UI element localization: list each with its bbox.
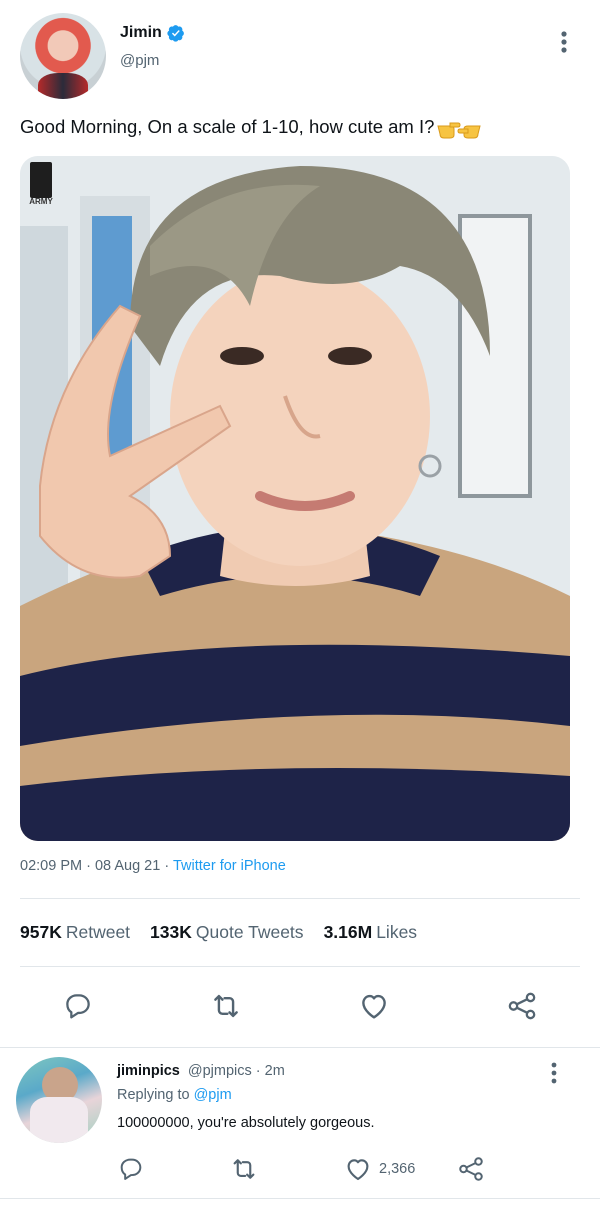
tweet-photo[interactable]: ARMY: [20, 156, 570, 841]
quotes-label: Quote Tweets: [195, 922, 304, 942]
tweet-meta: 02:09 PM · 08 Aug 21 · Twitter for iPhon…: [20, 858, 286, 874]
tweet-text: Good Morning, On a scale of 1-10, how cu…: [20, 114, 482, 140]
tweet-date[interactable]: 08 Aug 21: [95, 858, 160, 874]
retweet-button[interactable]: [208, 988, 244, 1024]
retweets-count: 957K: [20, 922, 62, 942]
tweet-source-link[interactable]: Twitter for iPhone: [173, 858, 286, 874]
retweet-icon: [214, 994, 238, 1018]
more-options-icon[interactable]: [554, 30, 574, 54]
reply-reply-button[interactable]: [117, 1154, 145, 1184]
like-icon: [347, 1159, 369, 1181]
quotes-stat[interactable]: 133K Quote Tweets: [150, 922, 304, 943]
reply-header: jiminpics @pjmpics · 2m: [117, 1063, 285, 1079]
reply-text: 100000000, you're absolutely gorgeous.: [117, 1115, 375, 1131]
reply-display-name[interactable]: jiminpics: [117, 1063, 180, 1079]
share-button[interactable]: [504, 988, 540, 1024]
likes-count: 3.16M: [323, 922, 373, 942]
pointing-fingers-icon: [437, 122, 482, 139]
quotes-count: 133K: [150, 922, 192, 942]
reply-like-button[interactable]: 2,366: [343, 1154, 415, 1184]
reply-separator: ·: [255, 1063, 261, 1079]
reply-action-bar: 2,366: [0, 1154, 600, 1184]
retweets-label: Retweet: [65, 922, 131, 942]
tweet-stats: 957K Retweet 133K Quote Tweets 3.16M Likes: [20, 922, 417, 943]
author-name-row[interactable]: Jimin: [120, 24, 185, 42]
verified-badge-icon: [167, 25, 184, 42]
author-display-name[interactable]: Jimin: [120, 24, 162, 42]
army-badge-text: ARMY: [29, 197, 53, 206]
avatar-body: [30, 1097, 88, 1143]
likes-label: Likes: [376, 922, 418, 942]
tweet-time: 02:09 PM: [20, 858, 83, 874]
meta-separator: ·: [86, 858, 91, 874]
replying-to-mention[interactable]: @pjm: [194, 1087, 232, 1103]
author-avatar[interactable]: [20, 13, 106, 99]
tweet-action-bar: [0, 988, 600, 1026]
replying-to: Replying to @pjm: [117, 1087, 232, 1103]
avatar-shirt: [38, 73, 88, 99]
author-handle[interactable]: @pjm: [120, 52, 159, 69]
divider-top-stats: [20, 898, 580, 899]
tweet-text-body: Good Morning, On a scale of 1-10, how cu…: [20, 116, 435, 137]
reply-time[interactable]: 2m: [265, 1063, 285, 1079]
reply-author-avatar[interactable]: [16, 1057, 102, 1143]
reply-button[interactable]: [60, 988, 96, 1024]
meta-separator-2: ·: [164, 858, 170, 874]
share-icon: [459, 1157, 483, 1181]
replying-prefix: Replying to: [117, 1087, 190, 1103]
like-icon: [362, 994, 386, 1019]
reply-retweet-button[interactable]: [229, 1154, 259, 1184]
divider-after-reply: [0, 1198, 600, 1199]
likes-stat[interactable]: 3.16M Likes: [324, 922, 418, 943]
like-button[interactable]: [356, 988, 392, 1024]
reply-icon: [120, 1158, 142, 1180]
reply-icon: [66, 994, 90, 1019]
share-icon: [508, 992, 536, 1020]
selfie-illustration: ARMY: [20, 156, 570, 841]
pointing-hands-emoji: [436, 114, 482, 140]
divider-before-reply: [0, 1047, 600, 1048]
retweets-stat[interactable]: 957K Retweet: [20, 922, 130, 943]
retweet-icon: [233, 1159, 255, 1179]
reply-like-count: 2,366: [379, 1161, 416, 1177]
reply-share-button[interactable]: [456, 1154, 486, 1184]
divider-bottom-stats: [20, 966, 580, 967]
reply-handle[interactable]: @pjmpics: [188, 1063, 252, 1079]
reply-more-options-icon[interactable]: [544, 1061, 564, 1085]
